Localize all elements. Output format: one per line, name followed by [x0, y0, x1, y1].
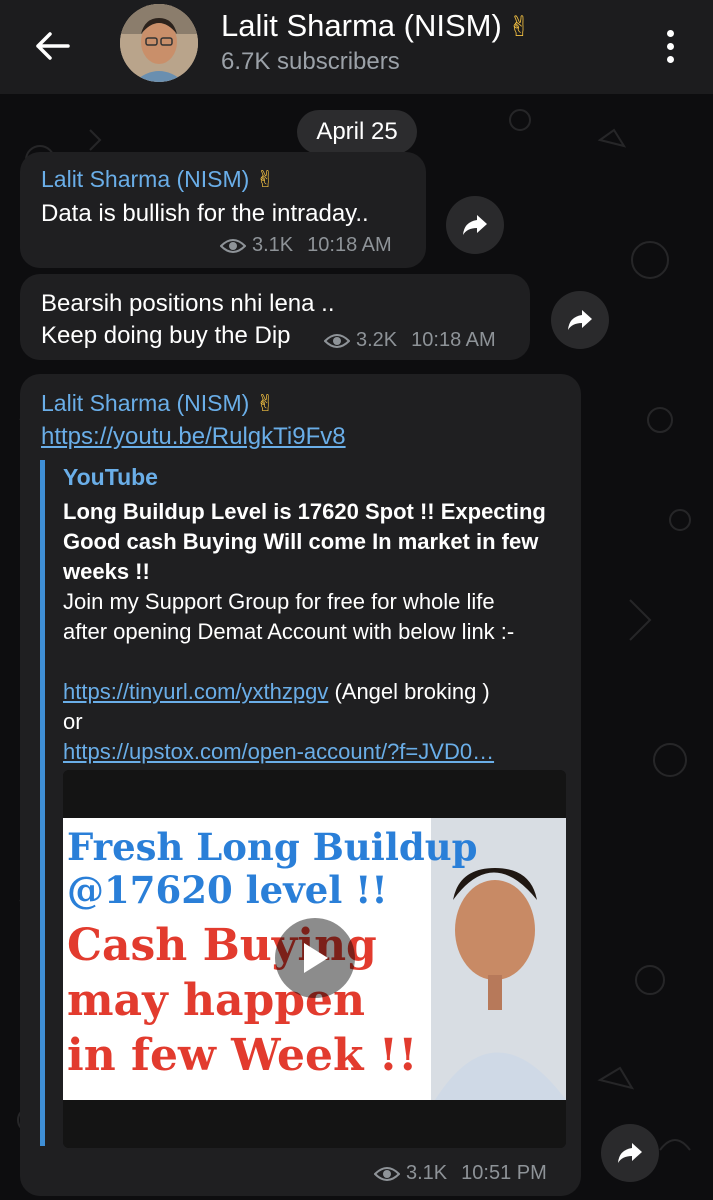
channel-avatar[interactable] — [120, 4, 198, 82]
more-vertical-icon — [666, 29, 674, 37]
sender-name[interactable]: Lalit Sharma (NISM) ✌ — [41, 166, 275, 193]
more-menu-button[interactable] — [650, 22, 690, 70]
message-meta: 3.1K 10:51 PM — [374, 1162, 547, 1185]
victory-hand-emoji: ✌ — [255, 390, 275, 416]
or-text: or — [63, 709, 83, 734]
share-button[interactable] — [601, 1124, 659, 1182]
chat-header: Lalit Sharma (NISM) ✌ 6.7K subscribers — [0, 0, 713, 94]
date-separator: April 25 — [297, 110, 417, 154]
preview-description: Join my Support Group for free for whole… — [63, 587, 565, 767]
share-arrow-icon — [568, 310, 592, 330]
share-arrow-icon — [463, 215, 487, 235]
preview-site-name: YouTube — [63, 464, 158, 490]
view-count: 3.2K — [356, 329, 398, 351]
thumbnail-text-5: in few Week !! — [67, 1030, 418, 1081]
link-note: (Angel broking ) — [328, 679, 490, 704]
upstox-link[interactable]: https://upstox.com/open-account/?f=JVD0… — [63, 737, 565, 767]
back-button[interactable] — [28, 22, 76, 70]
preview-title: Long Buildup Level is 17620 Spot !! Expe… — [63, 499, 546, 584]
channel-title[interactable]: Lalit Sharma (NISM) ✌ — [221, 8, 531, 44]
message-text: Data is bullish for the intraday.. — [41, 200, 369, 227]
message-text-line-1: Bearsih positions nhi lena .. — [41, 290, 335, 317]
share-button[interactable] — [446, 196, 504, 254]
thumbnail-text-2: @17620 level !! — [67, 868, 388, 912]
share-arrow-icon — [618, 1143, 642, 1163]
share-button[interactable] — [551, 291, 609, 349]
victory-hand-emoji: ✌ — [255, 166, 275, 192]
victory-hand-emoji: ✌ — [507, 11, 532, 42]
avatar-photo — [120, 4, 198, 82]
play-button[interactable] — [275, 918, 355, 998]
arrow-left-icon — [36, 32, 70, 60]
sender-name[interactable]: Lalit Sharma (NISM) ✌ — [41, 390, 275, 417]
message-meta: 3.1K 10:18 AM — [220, 234, 392, 257]
eye-icon — [220, 238, 246, 253]
message-time: 10:51 PM — [461, 1162, 547, 1184]
tinyurl-link[interactable]: https://tinyurl.com/yxthzpgv — [63, 679, 328, 704]
message-meta: 3.2K 10:18 AM — [324, 329, 496, 352]
view-count: 3.1K — [252, 234, 294, 256]
video-thumbnail[interactable]: Fresh Long Buildup @17620 level !! Cash … — [63, 770, 566, 1148]
eye-icon — [324, 333, 350, 348]
message-time: 10:18 AM — [307, 234, 392, 256]
message-text-line-2: Keep doing buy the Dip — [41, 322, 291, 349]
subscriber-count: 6.7K subscribers — [221, 48, 400, 75]
message-bubble[interactable]: Lalit Sharma (NISM) ✌ Data is bullish fo… — [20, 152, 426, 268]
view-count: 3.1K — [406, 1162, 448, 1184]
play-icon — [304, 943, 328, 973]
message-time: 10:18 AM — [411, 329, 496, 351]
message-bubble[interactable]: Bearsih positions nhi lena .. Keep doing… — [20, 274, 530, 360]
thumbnail-text-1: Fresh Long Buildup — [67, 825, 478, 869]
youtube-link[interactable]: https://youtu.be/RulgkTi9Fv8 — [41, 423, 346, 451]
eye-icon — [374, 1166, 400, 1181]
